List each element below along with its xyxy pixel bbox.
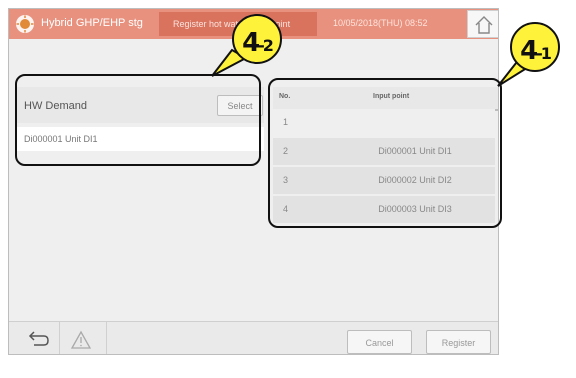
badge-main: 4 (520, 36, 538, 66)
badge-sub: -1 (536, 44, 552, 63)
badge-sub: -2 (258, 36, 274, 55)
callout-badge-4-2: 4-2 (232, 14, 282, 64)
callout-badge-4-1: 4-1 (510, 22, 560, 72)
badge-main: 4 (242, 28, 260, 58)
callout-pointers (211, 48, 532, 87)
